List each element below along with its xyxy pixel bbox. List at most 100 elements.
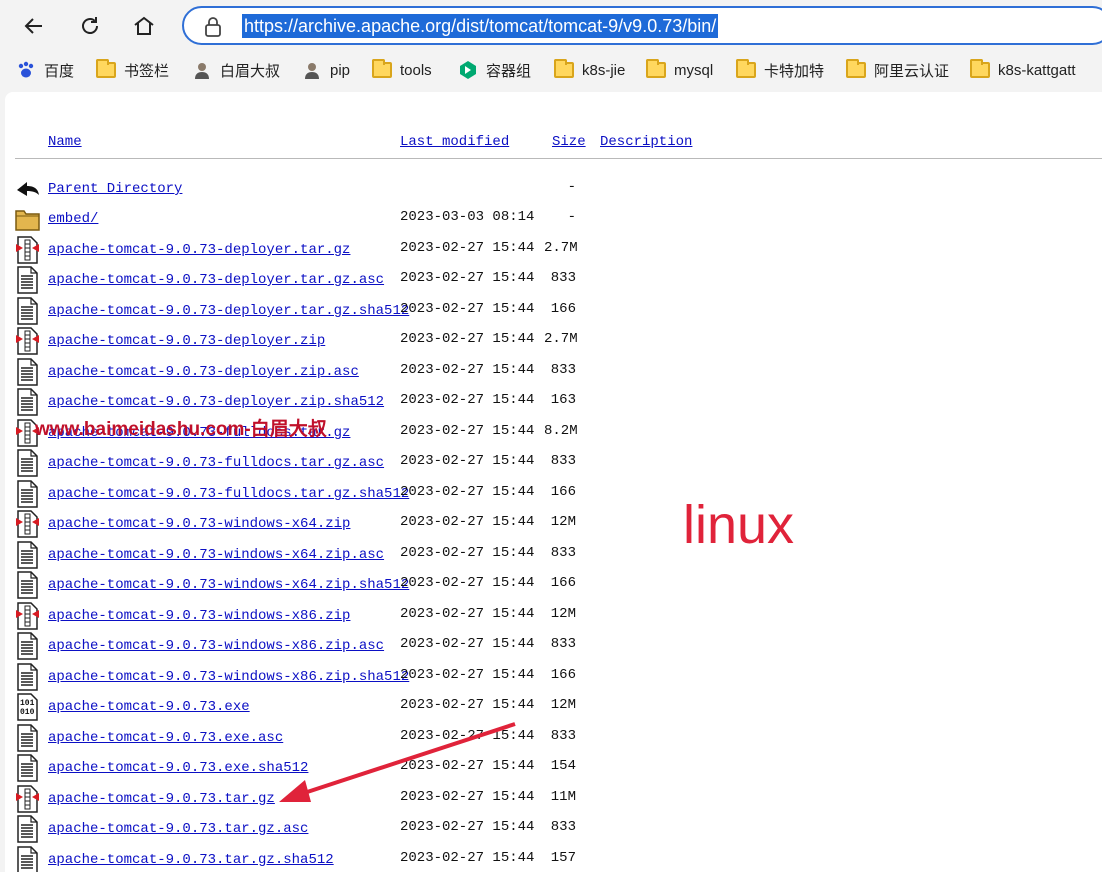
bookmark-label: 容器组: [486, 62, 532, 80]
home-icon: [134, 16, 154, 35]
column-header-last-modified[interactable]: Last modified: [400, 134, 509, 150]
bookmark-item[interactable]: 卡特加特: [736, 56, 824, 84]
table-row: apache-tomcat-9.0.73-windows-x64.zip.sha…: [5, 571, 705, 601]
file-modified-date: 2023-02-27 15:44: [400, 697, 535, 713]
file-link[interactable]: apache-tomcat-9.0.73.exe.asc: [48, 730, 283, 746]
bookmark-label: 书签栏: [124, 62, 170, 80]
file-modified-date: 2023-02-27 15:44: [400, 301, 535, 317]
text-file-icon: [15, 297, 41, 325]
table-row: apache-tomcat-9.0.73-windows-x86.zip.sha…: [5, 663, 705, 693]
file-link[interactable]: apache-tomcat-9.0.73.tar.gz.sha512: [48, 852, 334, 868]
bookmark-item[interactable]: k8s-kattgatt: [970, 56, 1076, 84]
text-file-icon: [15, 571, 41, 599]
avatar-icon: [302, 60, 322, 80]
bookmark-item[interactable]: mysql: [646, 56, 713, 84]
bookmark-label: 白眉大叔: [220, 62, 281, 80]
file-modified-date: 2023-02-27 15:44: [400, 850, 535, 866]
file-size: -: [567, 179, 576, 195]
file-link[interactable]: apache-tomcat-9.0.73-windows-x64.zip: [48, 516, 350, 532]
bookmark-item[interactable]: tools: [372, 56, 432, 84]
file-link[interactable]: apache-tomcat-9.0.73-fulldocs.tar.gz.sha…: [48, 486, 409, 502]
file-link[interactable]: apache-tomcat-9.0.73.tar.gz: [48, 791, 275, 807]
file-modified-date: 2023-02-27 15:44: [400, 636, 535, 652]
text-file-icon: [15, 815, 41, 843]
file-link[interactable]: embed/: [48, 211, 98, 227]
file-size: 11M: [550, 789, 576, 805]
bookmark-label: 阿里云认证: [874, 62, 950, 80]
file-size: 833: [550, 270, 576, 286]
column-header-description[interactable]: Description: [600, 134, 692, 150]
folder-icon: [96, 59, 116, 80]
file-link[interactable]: apache-tomcat-9.0.73.exe: [48, 699, 250, 715]
file-modified-date: 2023-02-27 15:44: [400, 392, 535, 408]
svg-text:101: 101: [20, 699, 35, 708]
file-modified-date: 2023-02-27 15:44: [400, 575, 535, 591]
file-link[interactable]: apache-tomcat-9.0.73-fulldocs.tar.gz.asc: [48, 455, 384, 471]
column-header-name[interactable]: Name: [48, 134, 82, 150]
file-size: 8.2M: [544, 423, 578, 439]
file-link[interactable]: apache-tomcat-9.0.73-deployer.tar.gz.sha…: [48, 303, 409, 319]
bookmark-item[interactable]: 书签栏: [96, 56, 169, 84]
file-link[interactable]: apache-tomcat-9.0.73-windows-x86.zip.asc: [48, 638, 384, 654]
table-row: apache-tomcat-9.0.73-fulldocs.tar.gz.sha…: [5, 480, 705, 510]
table-row: apache-tomcat-9.0.73-deployer.tar.gz 2023…: [5, 236, 705, 266]
file-link[interactable]: apache-tomcat-9.0.73-deployer.tar.gz.asc: [48, 272, 384, 288]
file-size: 166: [550, 484, 576, 500]
text-file-icon: [15, 632, 41, 660]
file-modified-date: 2023-02-27 15:44: [400, 331, 535, 347]
home-button[interactable]: [128, 10, 160, 42]
file-link[interactable]: apache-tomcat-9.0.73-windows-x86.zip: [48, 608, 350, 624]
text-file-icon: [15, 480, 41, 508]
folder-icon: [736, 59, 756, 80]
table-row: Parent Directory -: [5, 175, 705, 205]
file-modified-date: 2023-02-27 15:44: [400, 362, 535, 378]
text-file-icon: [15, 388, 41, 416]
red-arrow-annotation: [279, 722, 516, 802]
text-file-icon: [15, 449, 41, 477]
address-bar[interactable]: https://archive.apache.org/dist/tomcat/t…: [182, 6, 1102, 45]
bookmark-item[interactable]: 阿里云认证: [846, 56, 949, 84]
bookmark-item[interactable]: 白眉大叔: [192, 56, 280, 84]
compressed-icon: [15, 327, 41, 355]
file-link[interactable]: apache-tomcat-9.0.73-windows-x86.zip.sha…: [48, 669, 409, 685]
table-row: apache-tomcat-9.0.73.tar.gz.sha512 2023-0…: [5, 846, 705, 872]
back-button[interactable]: [18, 10, 50, 42]
file-modified-date: 2023-02-27 15:44: [400, 270, 535, 286]
bookmark-item[interactable]: 容器组: [458, 56, 531, 84]
file-link[interactable]: apache-tomcat-9.0.73-deployer.zip: [48, 333, 325, 349]
table-row: apache-tomcat-9.0.73.tar.gz.asc 2023-02-2…: [5, 815, 705, 845]
bookmark-label: 百度: [44, 62, 75, 80]
annotation-linux: linux: [683, 495, 795, 555]
reload-icon: [82, 17, 98, 34]
url-text[interactable]: https://archive.apache.org/dist/tomcat/t…: [242, 14, 719, 38]
file-link[interactable]: apache-tomcat-9.0.73.tar.gz.asc: [48, 821, 308, 837]
file-size: 157: [550, 850, 576, 866]
column-header-size[interactable]: Size: [552, 134, 586, 150]
bookmark-item[interactable]: pip: [302, 56, 350, 84]
bookmark-label: 卡特加特: [764, 62, 825, 80]
file-link[interactable]: apache-tomcat-9.0.73-windows-x64.zip.sha…: [48, 577, 409, 593]
bookmark-item[interactable]: k8s-jie: [554, 56, 625, 84]
file-size: 12M: [550, 514, 576, 530]
reload-button[interactable]: [74, 10, 106, 42]
file-link[interactable]: apache-tomcat-9.0.73-windows-x64.zip.asc: [48, 547, 384, 563]
file-link[interactable]: apache-tomcat-9.0.73-deployer.zip.asc: [48, 364, 359, 380]
header-divider: [15, 158, 1102, 159]
file-size: 833: [550, 545, 576, 561]
compressed-icon: [15, 510, 41, 538]
table-row: apache-tomcat-9.0.73-windows-x64.zip 2023…: [5, 510, 705, 540]
file-link[interactable]: apache-tomcat-9.0.73-deployer.zip.sha512: [48, 394, 384, 410]
file-modified-date: 2023-02-27 15:44: [400, 545, 535, 561]
lock-icon: [205, 17, 221, 37]
text-file-icon: [15, 754, 41, 782]
bookmarks-bar: 百度 书签栏 白眉大叔 pip tools 容器组 k8s-jie mysql 卡特加特 阿里云认…: [0, 56, 1102, 84]
file-size: 154: [550, 758, 576, 774]
file-modified-date: 2023-02-27 15:44: [400, 484, 535, 500]
folder-icon: [15, 205, 41, 233]
file-size: 2.7M: [544, 240, 578, 256]
file-link[interactable]: Parent Directory: [48, 181, 182, 197]
file-link[interactable]: apache-tomcat-9.0.73-deployer.tar.gz: [48, 242, 350, 258]
file-size: 12M: [550, 697, 576, 713]
bookmark-item[interactable]: 百度: [16, 56, 74, 84]
file-modified-date: 2023-02-27 15:44: [400, 606, 535, 622]
